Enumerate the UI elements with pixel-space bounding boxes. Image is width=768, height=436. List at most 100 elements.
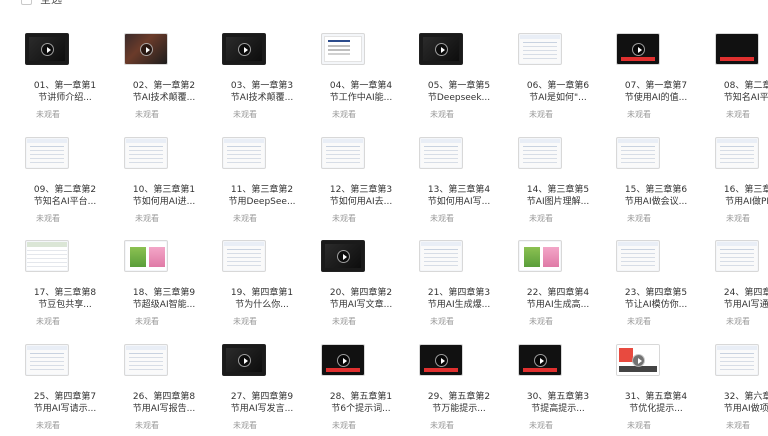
video-card[interactable]: 19、第四章第1 节为什么你... 未观看 [217,240,307,340]
video-thumbnail[interactable] [715,344,759,376]
video-thumbnail[interactable] [124,33,168,65]
video-title[interactable]: 25、第四章第7 节用AI写请示... [20,391,110,415]
video-card[interactable]: 01、第一章第1 节讲师介绍... 未观看 [20,33,110,133]
video-thumbnail[interactable] [25,33,69,65]
video-card[interactable]: 31、第五章第4 节优化提示... 未观看 [611,344,701,436]
video-title[interactable]: 28、第五章第1 节6个提示词... [316,391,406,415]
video-card[interactable]: 28、第五章第1 节6个提示词... 未观看 [316,344,406,436]
video-title[interactable]: 11、第三章第2 节用DeepSee... [217,184,307,208]
video-thumbnail[interactable] [25,344,69,376]
play-icon[interactable] [631,353,645,367]
video-card[interactable]: 21、第四章第3 节用AI生成爆... 未观看 [414,240,504,340]
video-title[interactable]: 07、第一章第7 节使用AI的值... [611,80,701,104]
video-title[interactable]: 30、第五章第3 节提高提示... [513,391,603,415]
video-title[interactable]: 05、第一章第5 节Deepseek... [414,80,504,104]
video-card[interactable]: 12、第三章第3 节如何用AI去... 未观看 [316,137,406,237]
video-thumbnail[interactable] [124,344,168,376]
video-thumbnail[interactable] [616,344,660,376]
video-card[interactable]: 10、第三章第1 节如何用AI进... 未观看 [119,137,209,237]
video-title[interactable]: 13、第三章第4 节如何用AI写... [414,184,504,208]
video-title[interactable]: 08、第二章第1 节知名AI平台... [710,80,768,104]
video-card[interactable]: 23、第四章第5 节让AI模仿你... 未观看 [611,240,701,340]
video-card[interactable]: 16、第三章第7 节用AI做PPT... 未观看 [710,137,768,237]
video-thumbnail[interactable] [616,240,660,272]
video-title[interactable]: 14、第三章第5 节AI图片理解... [513,184,603,208]
video-title[interactable]: 23、第四章第5 节让AI模仿你... [611,287,701,311]
video-card[interactable]: 24、第四章第6 节用AI写通知... 未观看 [710,240,768,340]
video-title[interactable]: 06、第一章第6 节AI是如何"... [513,80,603,104]
video-thumbnail[interactable] [222,240,266,272]
play-icon[interactable] [336,249,350,263]
video-thumbnail[interactable] [419,240,463,272]
play-icon[interactable] [139,42,153,56]
play-icon[interactable] [631,42,645,56]
video-thumbnail[interactable] [222,344,266,376]
video-card[interactable]: 15、第三章第6 节用AI做会议... 未观看 [611,137,701,237]
video-title[interactable]: 32、第六章第1 节用AI做项目... [710,391,768,415]
play-icon[interactable] [434,353,448,367]
video-title[interactable]: 29、第五章第2 节万能提示... [414,391,504,415]
video-title[interactable]: 03、第一章第3 节AI技术颠覆... [217,80,307,104]
video-thumbnail[interactable] [419,344,463,376]
video-card[interactable]: 04、第一章第4 节工作中AI能... 未观看 [316,33,406,133]
video-card[interactable]: 13、第三章第4 节如何用AI写... 未观看 [414,137,504,237]
video-title[interactable]: 10、第三章第1 节如何用AI进... [119,184,209,208]
video-thumbnail[interactable] [222,33,266,65]
video-card[interactable]: 17、第三章第8 节豆包共享... 未观看 [20,240,110,340]
play-icon[interactable] [336,353,350,367]
video-title[interactable]: 09、第二章第2 节知名AI平台... [20,184,110,208]
video-thumbnail[interactable] [518,240,562,272]
video-card[interactable]: 11、第三章第2 节用DeepSee... 未观看 [217,137,307,237]
video-thumbnail[interactable] [25,137,69,169]
video-thumbnail[interactable] [25,240,69,272]
video-thumbnail[interactable] [124,137,168,169]
video-title[interactable]: 12、第三章第3 节如何用AI去... [316,184,406,208]
video-thumbnail[interactable] [321,33,365,65]
video-thumbnail[interactable] [518,137,562,169]
video-title[interactable]: 31、第五章第4 节优化提示... [611,391,701,415]
play-icon[interactable] [40,42,54,56]
video-title[interactable]: 18、第三章第9 节超级AI智能... [119,287,209,311]
video-card[interactable]: 05、第一章第5 节Deepseek... 未观看 [414,33,504,133]
video-thumbnail[interactable] [715,33,759,65]
video-card[interactable]: 30、第五章第3 节提高提示... 未观看 [513,344,603,436]
video-title[interactable]: 19、第四章第1 节为什么你... [217,287,307,311]
video-card[interactable]: 06、第一章第6 节AI是如何"... 未观看 [513,33,603,133]
video-card[interactable]: 20、第四章第2 节用AI写文章... 未观看 [316,240,406,340]
video-card[interactable]: 14、第三章第5 节AI图片理解... 未观看 [513,137,603,237]
video-thumbnail[interactable] [419,33,463,65]
video-thumbnail[interactable] [518,33,562,65]
video-title[interactable]: 15、第三章第6 节用AI做会议... [611,184,701,208]
video-card[interactable]: 02、第一章第2 节AI技术颠覆... 未观看 [119,33,209,133]
video-card[interactable]: 32、第六章第1 节用AI做项目... 未观看 [710,344,768,436]
video-card[interactable]: 26、第四章第8 节用AI写报告... 未观看 [119,344,209,436]
video-thumbnail[interactable] [321,137,365,169]
video-thumbnail[interactable] [419,137,463,169]
video-title[interactable]: 01、第一章第1 节讲师介绍... [20,80,110,104]
video-card[interactable]: 08、第二章第1 节知名AI平台... 未观看 [710,33,768,133]
video-card[interactable]: 07、第一章第7 节使用AI的值... 未观看 [611,33,701,133]
play-icon[interactable] [237,42,251,56]
video-title[interactable]: 04、第一章第4 节工作中AI能... [316,80,406,104]
video-title[interactable]: 16、第三章第7 节用AI做PPT... [710,184,768,208]
video-card[interactable]: 09、第二章第2 节知名AI平台... 未观看 [20,137,110,237]
play-icon[interactable] [533,353,547,367]
video-title[interactable]: 26、第四章第8 节用AI写报告... [119,391,209,415]
video-thumbnail[interactable] [616,33,660,65]
video-title[interactable]: 24、第四章第6 节用AI写通知... [710,287,768,311]
video-thumbnail[interactable] [321,240,365,272]
video-thumbnail[interactable] [222,137,266,169]
video-card[interactable]: 18、第三章第9 节超级AI智能... 未观看 [119,240,209,340]
video-thumbnail[interactable] [518,344,562,376]
video-thumbnail[interactable] [715,240,759,272]
video-card[interactable]: 27、第四章第9 节用AI写发言... 未观看 [217,344,307,436]
play-icon[interactable] [434,42,448,56]
video-title[interactable]: 20、第四章第2 节用AI写文章... [316,287,406,311]
video-thumbnail[interactable] [616,137,660,169]
video-title[interactable]: 02、第一章第2 节AI技术颠覆... [119,80,209,104]
video-card[interactable]: 22、第四章第4 节用AI生成高... 未观看 [513,240,603,340]
video-thumbnail[interactable] [715,137,759,169]
video-title[interactable]: 27、第四章第9 节用AI写发言... [217,391,307,415]
video-thumbnail[interactable] [124,240,168,272]
play-icon[interactable] [237,353,251,367]
